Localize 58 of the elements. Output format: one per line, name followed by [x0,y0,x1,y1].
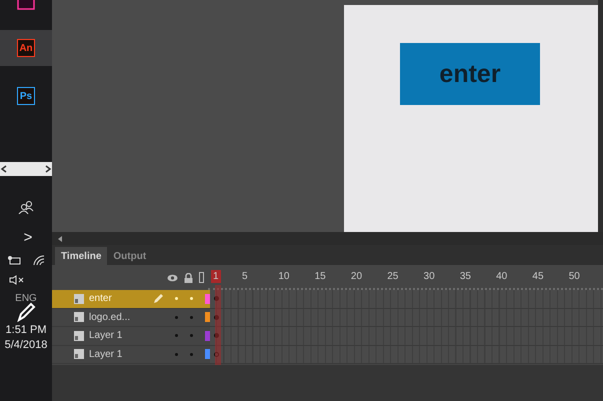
app-icon[interactable] [17,0,35,10]
lock-dot[interactable] [190,316,193,319]
frame-number[interactable]: 35 [458,270,473,283]
frame-number[interactable]: 40 [494,270,510,283]
lock-icon[interactable] [184,272,194,282]
keyframe[interactable] [214,333,219,338]
clock-date[interactable]: 5/4/2018 [4,338,48,351]
layer-color-swatch[interactable] [205,312,210,322]
layer-icon [74,330,84,341]
frame-number[interactable]: 45 [530,270,546,283]
layer-color-swatch[interactable] [205,330,210,341]
layer-row[interactable]: logo.ed... [52,308,210,327]
keyframe[interactable] [214,314,219,320]
pencil-icon [153,294,163,304]
people-icon[interactable] [18,200,34,214]
layer-name: Layer 1 [89,330,124,342]
clock-time[interactable]: 1:51 PM [6,324,46,336]
layer-name: enter [89,293,113,304]
app-icon[interactable]: An [17,39,35,57]
frame-number[interactable]: 25 [385,270,400,283]
muted-speaker-icon[interactable] [9,274,25,284]
wifi-icon[interactable] [33,254,45,264]
layer-color-swatch[interactable] [205,294,210,304]
lock-dot[interactable] [190,352,193,356]
scroll-control[interactable] [0,162,52,176]
keyframe[interactable] [214,296,219,302]
layer-color-swatch[interactable] [205,349,210,360]
layer-icon [74,312,84,322]
frame-number[interactable]: 15 [312,270,328,283]
language-indicator[interactable]: ENG [15,292,37,304]
frame-number[interactable]: 1 [211,270,221,283]
app-icon[interactable]: Ps [17,87,35,105]
visibility-dot[interactable] [175,334,178,338]
battery-icon[interactable] [7,254,21,264]
show-hidden-icons[interactable]: > [24,230,32,246]
lock-dot[interactable] [190,334,193,338]
layer-icon [74,349,84,360]
chevron-left-icon[interactable] [0,164,8,174]
chevron-right-icon[interactable] [44,164,52,174]
outline-icon[interactable] [199,272,204,283]
frame-number[interactable]: 5 [240,270,250,283]
visibility-dot[interactable] [175,297,178,300]
keyframe[interactable] [214,352,219,357]
visibility-dot[interactable] [175,316,178,319]
frame-number[interactable]: 30 [422,270,437,283]
layer-name: Layer 1 [89,348,124,360]
layer-name: logo.ed... [89,312,132,323]
panel-tab[interactable]: Timeline [55,247,108,265]
frame-number[interactable]: 20 [348,270,364,283]
panel-tab[interactable]: Output [107,247,152,265]
lock-dot[interactable] [190,297,193,300]
layer-row[interactable]: Layer 1 [52,346,210,364]
layer-icon [74,294,84,304]
frame-number[interactable]: 10 [276,270,292,283]
eye-icon[interactable] [167,274,178,282]
frame-number[interactable]: 50 [566,270,582,283]
visibility-dot[interactable] [175,352,178,356]
scroll-left-icon[interactable] [58,236,63,242]
